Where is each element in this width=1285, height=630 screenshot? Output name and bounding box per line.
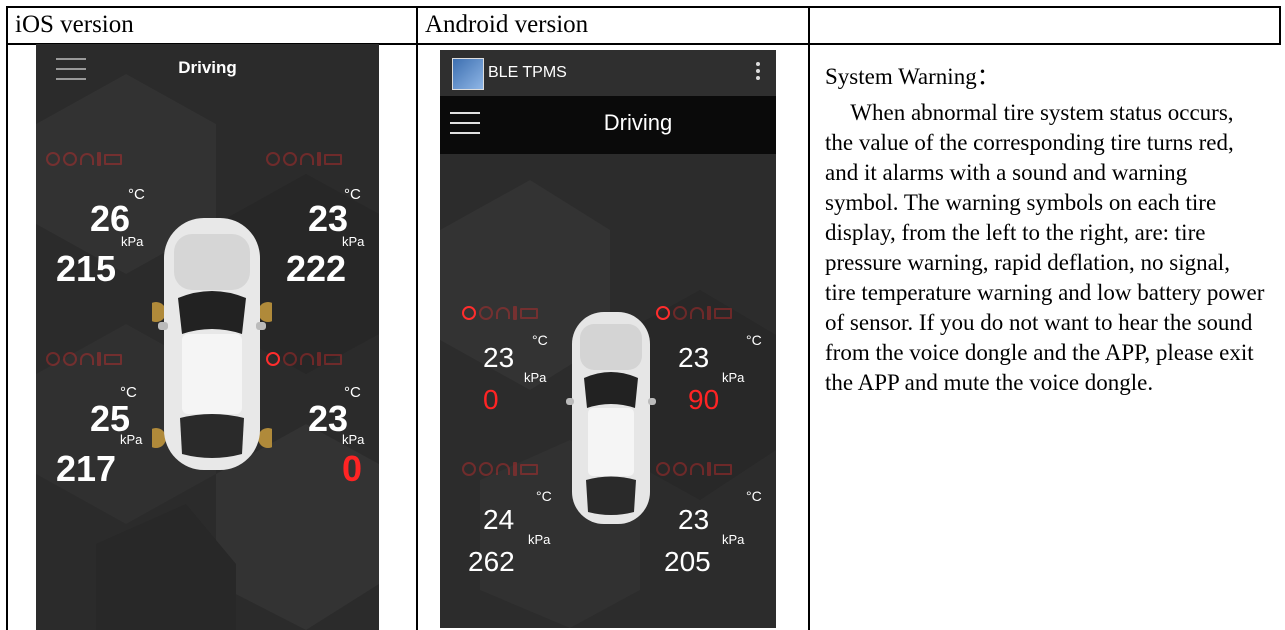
- ios-column-header: iOS version: [15, 11, 134, 38]
- front-right-temp: 23: [678, 342, 710, 373]
- tire-pressure-warning-icon: [462, 462, 476, 476]
- rear-right-warning-icons: [656, 462, 732, 476]
- rapid-deflation-icon: [673, 306, 687, 320]
- system-warning-description: System Warning： When abnormal tire syste…: [825, 62, 1265, 398]
- rapid-deflation-icon: [479, 462, 493, 476]
- tire-pressure-warning-icon: [46, 152, 60, 166]
- low-battery-icon: [714, 307, 732, 319]
- front-right-pressure: 222: [286, 248, 347, 289]
- front-left-warning-icons: [46, 152, 122, 166]
- low-battery-icon: [324, 353, 342, 365]
- tire-pressure-warning-icon: [656, 462, 670, 476]
- ios-nav-bar: Driving: [36, 44, 379, 90]
- rear-right-pressure-unit: kPa: [722, 532, 745, 547]
- tire-temperature-warning-icon: [513, 462, 517, 476]
- ios-screenshot: Driving °C 26 kPa 215 °C 23 kPa 222 °C 2…: [36, 44, 379, 630]
- rapid-deflation-icon: [63, 352, 77, 366]
- front-left-pressure: 215: [56, 248, 117, 289]
- rear-right-pressure: 0: [342, 448, 363, 489]
- table-col-divider-2: [808, 6, 810, 630]
- table-top-border: [6, 6, 1281, 8]
- android-column-header: Android version: [425, 11, 589, 38]
- rear-left-warning-icons: [46, 352, 122, 366]
- front-right-pressure: 90: [688, 384, 720, 415]
- front-right-warning-icons: [266, 152, 342, 166]
- front-left-pressure-unit: kPa: [524, 370, 547, 385]
- tire-temperature-warning-icon: [97, 352, 101, 366]
- tire-temperature-warning-icon: [513, 306, 517, 320]
- tire-temperature-warning-icon: [317, 352, 321, 366]
- rear-right-warning-icons: [266, 352, 342, 366]
- rear-left-pressure: 217: [56, 448, 117, 489]
- app-name: BLE TPMS: [488, 64, 567, 81]
- tire-pressure-warning-icon: [656, 306, 670, 320]
- car-image: [566, 312, 656, 524]
- rear-left-warning-icons: [462, 462, 538, 476]
- no-signal-icon: [690, 307, 704, 319]
- table-left-border: [6, 6, 8, 630]
- android-title-bar: Driving: [440, 96, 776, 154]
- no-signal-icon: [300, 153, 314, 165]
- rapid-deflation-icon: [479, 306, 493, 320]
- front-left-pressure: 0: [483, 384, 499, 415]
- front-right-warning-icons: [656, 306, 732, 320]
- app-logo-icon: [452, 58, 484, 90]
- low-battery-icon: [104, 353, 122, 365]
- rear-left-pressure-unit: kPa: [120, 432, 143, 447]
- table-col-divider-1: [416, 6, 418, 630]
- no-signal-icon: [496, 307, 510, 319]
- no-signal-icon: [80, 353, 94, 365]
- rapid-deflation-icon: [283, 352, 297, 366]
- tire-pressure-warning-icon: [46, 352, 60, 366]
- front-left-temp-unit: °C: [128, 186, 145, 203]
- low-battery-icon: [324, 153, 342, 165]
- tire-temperature-warning-icon: [707, 306, 711, 320]
- front-left-temp-unit: °C: [532, 332, 548, 348]
- android-screen-title: Driving: [603, 110, 673, 135]
- rear-right-temp-unit: °C: [746, 488, 762, 504]
- low-battery-icon: [520, 463, 538, 475]
- low-battery-icon: [714, 463, 732, 475]
- rear-left-pressure-unit: kPa: [528, 532, 551, 547]
- tire-temperature-warning-icon: [97, 152, 101, 166]
- rear-right-pressure: 205: [664, 546, 711, 577]
- tire-temperature-warning-icon: [707, 462, 711, 476]
- ios-screen-title: Driving: [178, 58, 237, 77]
- front-right-pressure-unit: kPa: [342, 234, 365, 249]
- car-image: [152, 218, 272, 470]
- no-signal-icon: [80, 153, 94, 165]
- table-right-border: [1279, 6, 1281, 44]
- no-signal-icon: [496, 463, 510, 475]
- description-heading: System Warning：: [825, 64, 1000, 89]
- rear-left-temp-unit: °C: [536, 488, 552, 504]
- front-right-pressure-unit: kPa: [722, 370, 745, 385]
- rapid-deflation-icon: [283, 152, 297, 166]
- rear-right-temp: 23: [678, 504, 710, 535]
- rapid-deflation-icon: [673, 462, 687, 476]
- overflow-menu-icon[interactable]: [756, 62, 760, 83]
- rear-left-temp: 24: [483, 504, 515, 535]
- android-screenshot: BLE TPMS Driving °C 23 kPa 0 °C 23 kPa 9…: [440, 50, 776, 628]
- tire-pressure-warning-icon: [266, 152, 280, 166]
- front-left-pressure-unit: kPa: [121, 234, 144, 249]
- no-signal-icon: [690, 463, 704, 475]
- front-right-temp-unit: °C: [746, 332, 762, 348]
- description-body: When abnormal tire system status occurs,…: [825, 100, 1265, 395]
- rapid-deflation-icon: [63, 152, 77, 166]
- android-app-bar: BLE TPMS: [440, 50, 776, 96]
- low-battery-icon: [520, 307, 538, 319]
- front-left-temp: 23: [483, 342, 515, 373]
- rear-left-pressure: 262: [468, 546, 515, 577]
- low-battery-icon: [104, 153, 122, 165]
- no-signal-icon: [300, 353, 314, 365]
- tire-temperature-warning-icon: [317, 152, 321, 166]
- tire-pressure-warning-icon: [462, 306, 476, 320]
- document-page: iOS version Android version Driving °C 2: [0, 0, 1285, 630]
- front-left-warning-icons: [462, 306, 538, 320]
- rear-right-pressure-unit: kPa: [342, 432, 365, 447]
